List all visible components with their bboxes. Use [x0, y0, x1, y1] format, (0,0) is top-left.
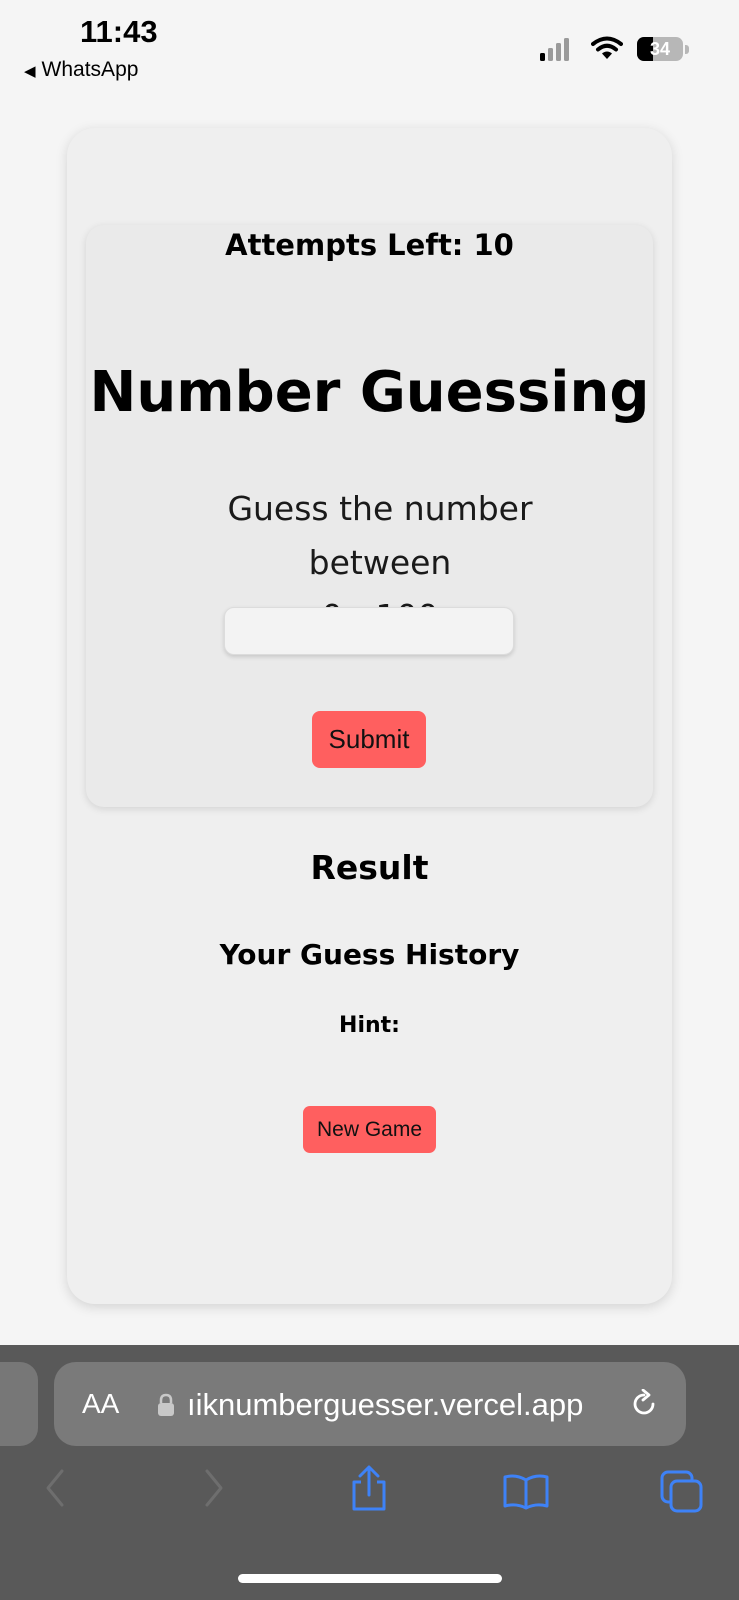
back-to-app-link[interactable]: ◀ WhatsApp — [24, 58, 138, 82]
result-heading: Result — [310, 848, 429, 887]
lock-icon — [158, 1393, 174, 1416]
back-icon[interactable] — [42, 1468, 70, 1508]
reload-icon[interactable] — [629, 1389, 659, 1419]
back-app-label: WhatsApp — [41, 58, 139, 81]
submit-button[interactable]: Submit — [312, 711, 426, 768]
wifi-icon — [591, 36, 623, 59]
bookmarks-icon[interactable] — [502, 1474, 550, 1510]
page-title: Number Guessing — [89, 360, 650, 425]
status-time: 11:43 — [80, 14, 158, 49]
status-bar: 11:43 ◀ WhatsApp 34 — [0, 0, 739, 100]
home-indicator — [238, 1574, 502, 1583]
forward-icon[interactable] — [199, 1468, 227, 1508]
back-triangle-icon: ◀ — [24, 63, 36, 80]
url-text[interactable]: ıiknumberguesser.vercel.app — [187, 1387, 607, 1423]
battery-tip — [685, 45, 689, 54]
guess-history-heading: Your Guess History — [219, 938, 520, 971]
instruction-line-1: Guess the number between — [227, 489, 533, 582]
guess-input[interactable] — [224, 607, 514, 655]
previous-tab-preview[interactable] — [0, 1362, 38, 1446]
attempts-left: Attempts Left: 10 — [225, 228, 514, 262]
tabs-icon[interactable] — [660, 1470, 704, 1514]
new-game-button[interactable]: New Game — [303, 1106, 436, 1153]
cellular-signal-icon — [540, 38, 569, 61]
share-icon[interactable] — [348, 1465, 390, 1511]
hint-label: Hint: — [339, 1013, 400, 1038]
text-size-button[interactable]: AA — [82, 1388, 119, 1420]
battery-icon: 34 — [637, 37, 683, 61]
battery-level: 34 — [649, 39, 671, 59]
